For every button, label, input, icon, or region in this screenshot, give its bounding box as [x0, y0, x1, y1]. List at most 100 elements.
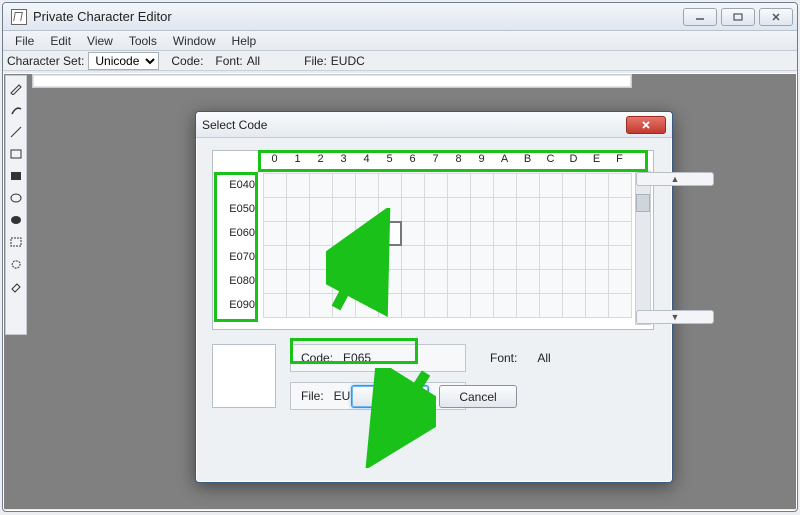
grid-cell[interactable] — [516, 173, 540, 198]
grid-cell[interactable] — [470, 197, 494, 222]
grid-cell[interactable] — [286, 269, 310, 294]
grid-cell[interactable] — [562, 245, 586, 270]
grid-cell[interactable] — [424, 245, 448, 270]
grid-cell[interactable] — [447, 293, 471, 318]
grid-scrollbar[interactable]: ▲ ▼ — [635, 171, 651, 325]
grid-cell[interactable] — [309, 221, 333, 246]
grid-cell[interactable] — [424, 221, 448, 246]
grid-cell[interactable] — [562, 221, 586, 246]
grid-cell[interactable] — [332, 245, 356, 270]
grid-cell[interactable] — [378, 173, 402, 198]
grid-cell[interactable] — [516, 245, 540, 270]
grid-cell[interactable] — [286, 293, 310, 318]
select-rect-icon[interactable] — [8, 234, 24, 250]
grid-cell[interactable] — [608, 197, 632, 222]
grid-cell[interactable] — [493, 173, 517, 198]
grid-cell[interactable] — [401, 269, 425, 294]
grid-cell[interactable] — [424, 269, 448, 294]
grid-cell[interactable] — [562, 269, 586, 294]
grid-cell[interactable] — [562, 197, 586, 222]
grid-cell[interactable] — [539, 221, 563, 246]
eraser-icon[interactable] — [8, 278, 24, 294]
close-button[interactable] — [759, 8, 793, 26]
grid-cell[interactable] — [332, 269, 356, 294]
dialog-close-button[interactable] — [626, 116, 666, 134]
grid-cell[interactable] — [585, 269, 609, 294]
grid-cell[interactable] — [585, 293, 609, 318]
grid-cell[interactable] — [355, 293, 379, 318]
grid-cell[interactable] — [608, 221, 632, 246]
grid-cell[interactable] — [424, 197, 448, 222]
code-grid[interactable]: 0123456789ABCDEF E040E050E060E070E080E09… — [212, 150, 654, 330]
grid-cell[interactable] — [355, 197, 379, 222]
rect-icon[interactable] — [8, 146, 24, 162]
scroll-up-button[interactable]: ▲ — [636, 172, 714, 186]
grid-cell[interactable] — [516, 293, 540, 318]
grid-cell[interactable] — [263, 269, 287, 294]
grid-cell[interactable] — [424, 173, 448, 198]
grid-cell[interactable] — [332, 293, 356, 318]
ok-button[interactable]: OK — [351, 385, 429, 408]
minimize-button[interactable] — [683, 8, 717, 26]
grid-cell[interactable] — [608, 269, 632, 294]
grid-cell[interactable] — [447, 245, 471, 270]
grid-cell[interactable] — [608, 293, 632, 318]
grid-cell[interactable] — [401, 173, 425, 198]
grid-cell[interactable] — [539, 245, 563, 270]
grid-cell[interactable] — [539, 197, 563, 222]
grid-cell[interactable] — [378, 245, 402, 270]
grid-cell[interactable] — [447, 269, 471, 294]
grid-cell[interactable] — [401, 197, 425, 222]
pencil-icon[interactable] — [8, 80, 24, 96]
grid-cells[interactable] — [263, 173, 631, 323]
grid-cell[interactable] — [378, 293, 402, 318]
grid-cell[interactable] — [332, 173, 356, 198]
grid-cell[interactable] — [355, 269, 379, 294]
grid-cell[interactable] — [493, 245, 517, 270]
charset-select[interactable]: Unicode — [88, 52, 159, 70]
grid-cell[interactable] — [585, 221, 609, 246]
menu-file[interactable]: File — [7, 32, 42, 50]
grid-cell[interactable] — [355, 245, 379, 270]
grid-cell[interactable] — [516, 197, 540, 222]
grid-cell[interactable] — [355, 221, 379, 246]
grid-cell[interactable] — [332, 197, 356, 222]
grid-cell[interactable] — [286, 197, 310, 222]
grid-cell[interactable] — [263, 293, 287, 318]
grid-cell[interactable] — [516, 221, 540, 246]
grid-cell[interactable] — [539, 269, 563, 294]
grid-cell[interactable] — [401, 293, 425, 318]
grid-cell[interactable] — [608, 245, 632, 270]
rect-filled-icon[interactable] — [8, 168, 24, 184]
grid-cell[interactable] — [401, 245, 425, 270]
grid-cell[interactable] — [286, 245, 310, 270]
select-free-icon[interactable] — [8, 256, 24, 272]
grid-cell[interactable] — [378, 221, 402, 246]
grid-cell[interactable] — [263, 221, 287, 246]
ellipse-filled-icon[interactable] — [8, 212, 24, 228]
grid-cell[interactable] — [539, 173, 563, 198]
grid-cell[interactable] — [286, 173, 310, 198]
grid-cell[interactable] — [562, 293, 586, 318]
menu-tools[interactable]: Tools — [121, 32, 165, 50]
maximize-button[interactable] — [721, 8, 755, 26]
menu-window[interactable]: Window — [165, 32, 224, 50]
grid-cell[interactable] — [309, 269, 333, 294]
grid-cell[interactable] — [562, 173, 586, 198]
brush-icon[interactable] — [8, 102, 24, 118]
grid-cell[interactable] — [378, 197, 402, 222]
menu-help[interactable]: Help — [224, 32, 265, 50]
grid-cell[interactable] — [585, 173, 609, 198]
grid-cell[interactable] — [470, 245, 494, 270]
grid-cell[interactable] — [355, 173, 379, 198]
grid-cell[interactable] — [286, 221, 310, 246]
menu-view[interactable]: View — [79, 32, 121, 50]
ellipse-icon[interactable] — [8, 190, 24, 206]
menu-edit[interactable]: Edit — [42, 32, 79, 50]
grid-cell[interactable] — [263, 173, 287, 198]
scroll-down-button[interactable]: ▼ — [636, 310, 714, 324]
grid-cell[interactable] — [539, 293, 563, 318]
grid-cell[interactable] — [447, 197, 471, 222]
grid-cell[interactable] — [608, 173, 632, 198]
grid-cell[interactable] — [332, 221, 356, 246]
